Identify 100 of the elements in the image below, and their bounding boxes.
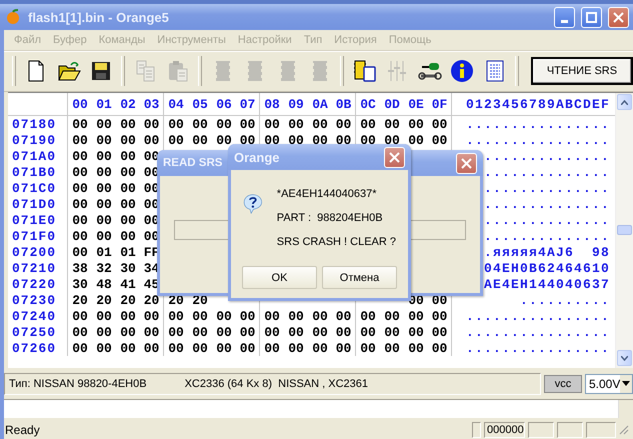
voltage-select[interactable]: 5.00V	[585, 374, 633, 394]
column-header: 0D	[384, 96, 400, 112]
ascii-header: 0123456789ABCDEF	[466, 96, 610, 112]
column-header: 00	[72, 96, 88, 112]
byte-value: 00	[312, 324, 328, 340]
byte-value: 00	[96, 164, 112, 180]
byte-value: 00	[96, 228, 112, 244]
scrollbar[interactable]	[618, 400, 633, 418]
byte-value: 00	[384, 132, 400, 148]
byte-value: 00	[408, 116, 424, 132]
column-header: 06	[216, 96, 232, 112]
ascii-text: ................	[466, 340, 610, 356]
ascii-text: 04EH0B62464610	[484, 260, 610, 276]
byte-value: 00	[408, 132, 424, 148]
scrollbar-thumb[interactable]	[617, 225, 632, 236]
close-icon	[461, 158, 472, 168]
byte-value: 00	[264, 132, 280, 148]
byte-value: 00	[120, 164, 136, 180]
byte-value: 00	[72, 308, 88, 324]
offset-label: 07250	[12, 324, 56, 340]
byte-value: 00	[408, 308, 424, 324]
info-icon[interactable]	[450, 59, 474, 84]
byte-value: 00	[216, 340, 232, 356]
scroll-up-button[interactable]	[617, 94, 632, 110]
scroll-down-button[interactable]	[617, 350, 632, 366]
offset-label: 07240	[12, 308, 56, 324]
byte-value: 00	[168, 116, 184, 132]
close-button[interactable]	[608, 6, 629, 28]
byte-value: 20	[96, 292, 112, 308]
byte-value: 00	[192, 132, 208, 148]
byte-value: 00	[336, 116, 352, 132]
byte-value: 20	[72, 292, 88, 308]
byte-value: 00	[72, 324, 88, 340]
byte-value: 00	[192, 324, 208, 340]
byte-value: 00	[312, 132, 328, 148]
chip-card-icon[interactable]	[352, 59, 377, 84]
ascii-text: ..........	[520, 292, 610, 308]
offset-label: 07220	[12, 276, 56, 292]
offset-label: 071B0	[12, 164, 56, 180]
byte-value: 00	[72, 148, 88, 164]
byte-value: 41	[120, 276, 136, 292]
chip-details-text: XC2336 (64 Kx 8) NISSAN , XC2361	[184, 378, 368, 390]
offset-label: 071D0	[12, 196, 56, 212]
column-header: 0E	[408, 96, 424, 112]
dialog-title: Orange	[234, 150, 280, 164]
close-button[interactable]	[384, 146, 405, 168]
maximize-icon	[586, 12, 597, 22]
byte-value: 00	[216, 116, 232, 132]
byte-value: 00	[336, 132, 352, 148]
byte-value: 00	[120, 212, 136, 228]
column-header: 0B	[336, 96, 352, 112]
column-header: 0F	[432, 96, 448, 112]
column-header: 03	[144, 96, 160, 112]
offset-label: 071E0	[12, 212, 56, 228]
byte-value: 00	[96, 132, 112, 148]
minimize-button[interactable]	[554, 6, 575, 28]
byte-value: 00	[288, 324, 304, 340]
ascii-text: ..............	[484, 148, 610, 164]
byte-value: 38	[72, 260, 88, 276]
offset-label: 07200	[12, 244, 56, 260]
byte-value: 30	[72, 276, 88, 292]
byte-value: 00	[360, 132, 376, 148]
byte-value: 00	[120, 180, 136, 196]
log-field[interactable]	[4, 398, 633, 418]
byte-value: 00	[264, 308, 280, 324]
column-header: 08	[264, 96, 280, 112]
byte-value: 00	[120, 324, 136, 340]
byte-value: 00	[432, 324, 448, 340]
status-pane	[557, 422, 583, 438]
offset-label: 071F0	[12, 228, 56, 244]
ascii-text: ................	[466, 132, 610, 148]
close-button[interactable]	[456, 152, 477, 174]
column-header: 0A	[312, 96, 328, 112]
status-message: Ready	[4, 422, 41, 437]
maximize-button[interactable]	[581, 6, 602, 28]
column-header: 02	[120, 96, 136, 112]
open-folder-icon[interactable]	[56, 59, 81, 84]
ascii-text: ................	[466, 324, 610, 340]
byte-value: 00	[360, 116, 376, 132]
message-text: SRS CRASH ! CLEAR ?	[276, 236, 396, 248]
dropdown-arrow-icon	[622, 381, 630, 386]
dialog-button[interactable]: OK	[242, 266, 317, 289]
byte-value: 00	[168, 308, 184, 324]
byte-value: 00	[96, 148, 112, 164]
dialog-title: READ SRS	[163, 157, 222, 169]
byte-value: 00	[192, 116, 208, 132]
byte-value: 00	[96, 196, 112, 212]
vcc-button[interactable]: vcc	[544, 374, 582, 392]
read-srs-button[interactable]: ЧТЕНИЕ SRS	[530, 57, 633, 86]
byte-value: 00	[288, 116, 304, 132]
column-header: 09	[288, 96, 304, 112]
byte-value: 00	[72, 196, 88, 212]
offset-label: 07230	[12, 292, 56, 308]
address-pane: 000000	[484, 422, 525, 438]
ascii-text: ................	[466, 116, 610, 132]
byte-value: 00	[240, 116, 256, 132]
scrollbar[interactable]	[615, 93, 633, 368]
dialog-button[interactable]: Отмена	[322, 266, 397, 289]
column-header: 05	[192, 96, 208, 112]
byte-value: 01	[120, 244, 136, 260]
